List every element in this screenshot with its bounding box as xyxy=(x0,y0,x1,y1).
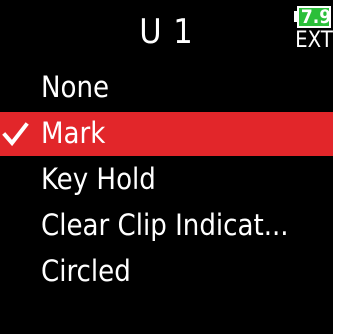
menu-item-clear-clip-indicator[interactable]: Clear Clip Indicat... xyxy=(0,204,333,248)
menu-item-none[interactable]: None xyxy=(0,66,333,110)
power-source-label: EXT xyxy=(295,28,333,53)
menu-item-key-hold[interactable]: Key Hold xyxy=(0,158,333,202)
checkmark-icon xyxy=(2,122,29,147)
header-bar: U 1 7.9 EXT xyxy=(0,0,333,60)
battery-body: 7.9 xyxy=(297,6,331,28)
device-screen: U 1 7.9 EXT None Mark Key Hold Clear Cli… xyxy=(0,0,333,334)
menu-item-label: None xyxy=(41,70,110,104)
page-title: U 1 xyxy=(139,12,194,52)
menu-item-label: Clear Clip Indicat... xyxy=(41,208,289,242)
menu-item-label: Key Hold xyxy=(41,162,156,196)
menu-item-mark[interactable]: Mark xyxy=(0,112,333,156)
assign-menu-list: None Mark Key Hold Clear Clip Indicat...… xyxy=(0,66,333,296)
battery-level: 7.9 xyxy=(300,6,332,28)
menu-item-label: Mark xyxy=(41,116,106,150)
battery-icon: 7.9 xyxy=(294,6,332,28)
menu-item-circled[interactable]: Circled xyxy=(0,250,333,294)
menu-item-label: Circled xyxy=(41,254,131,288)
